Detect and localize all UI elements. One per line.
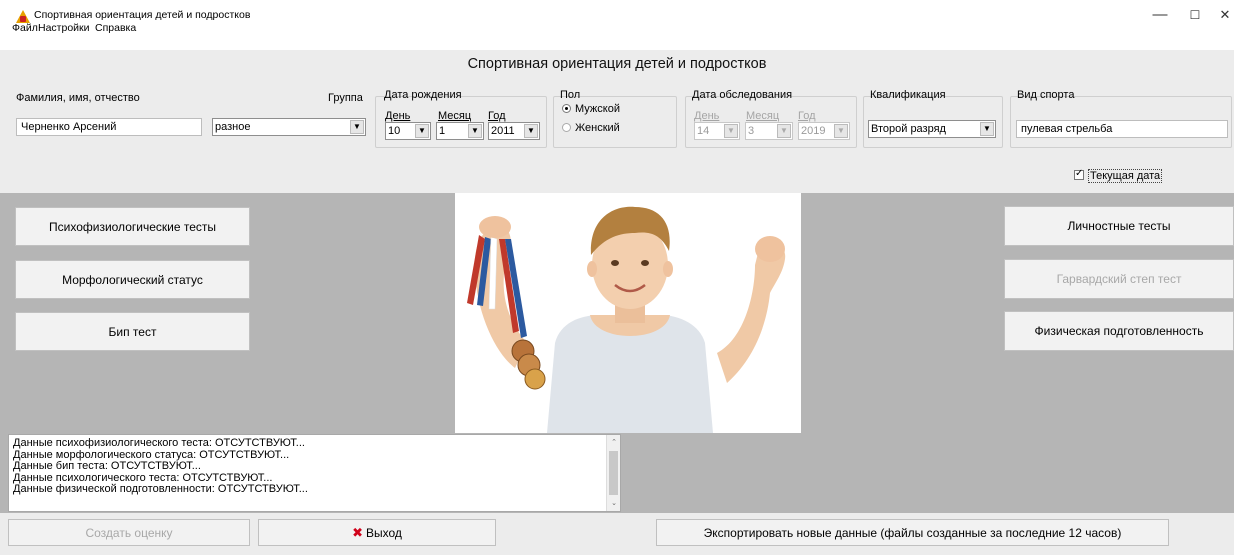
- right-tests-panel: Личностные тесты Гарвардский степ тест Ф…: [1000, 193, 1234, 433]
- left-tests-panel: Психофизиологические тесты Морфологическ…: [0, 193, 258, 433]
- birth-date-title: Дата рождения: [384, 89, 462, 101]
- minimize-button[interactable]: —: [1140, 4, 1180, 26]
- chevron-down-icon: ▼: [350, 120, 364, 134]
- menu-settings[interactable]: Настройки: [38, 22, 90, 34]
- exit-button[interactable]: ✖ Выход: [258, 519, 496, 546]
- bottom-toolbar: Создать оценку ✖ Выход Экспортировать но…: [0, 513, 1234, 551]
- birth-day-value: 10: [388, 125, 401, 137]
- sex-female-label: Женский: [575, 122, 620, 134]
- chevron-down-icon: ▼: [777, 124, 791, 138]
- chevron-down-icon: ▼: [468, 124, 482, 138]
- log-line: Данные бип теста: ОТСУТСТВУЮТ...: [13, 460, 201, 472]
- sex-title: Пол: [560, 89, 581, 101]
- athlete-photo: [455, 193, 801, 433]
- exam-year-value: 2019: [801, 125, 826, 137]
- birth-month-value: 1: [439, 125, 446, 137]
- exam-day-value: 14: [697, 125, 710, 137]
- chevron-down-icon: ▼: [415, 124, 429, 138]
- morphology-status-button[interactable]: Морфологический статус: [15, 260, 250, 299]
- current-date-label: Текущая дата: [1088, 169, 1163, 183]
- scroll-thumb[interactable]: [609, 451, 618, 495]
- create-assessment-button[interactable]: Создать оценку: [8, 519, 250, 546]
- status-log[interactable]: Данные психофизиологического теста: ОТСУ…: [8, 434, 621, 512]
- exam-year-select[interactable]: 2019 ▼: [798, 122, 850, 140]
- scroll-up-icon[interactable]: ⌃: [609, 437, 619, 449]
- boy-with-medals-image: [467, 206, 786, 433]
- birth-month-label: Месяц: [438, 110, 472, 122]
- name-label: Фамилия, имя, отчество: [16, 92, 140, 104]
- beep-test-button[interactable]: Бип тест: [15, 312, 250, 351]
- qualification-value: Второй разряд: [871, 123, 946, 135]
- export-data-button[interactable]: Экспортировать новые данные (файлы созда…: [656, 519, 1169, 546]
- sex-female-radio[interactable]: Женский: [562, 122, 620, 134]
- sport-field[interactable]: пулевая стрельба: [1016, 120, 1228, 138]
- status-bar: [0, 551, 1234, 555]
- sex-male-radio[interactable]: Мужской: [562, 103, 620, 115]
- checkbox-check-icon: [1074, 168, 1084, 180]
- personality-tests-button[interactable]: Личностные тесты: [1004, 206, 1234, 246]
- scroll-down-icon[interactable]: ⌄: [609, 498, 619, 510]
- title-bar: Спортивная ориентация детей и подростков…: [0, 0, 1234, 30]
- page-title: Спортивная ориентация детей и подростков: [467, 56, 767, 72]
- birth-day-label: День: [385, 110, 411, 122]
- close-button[interactable]: ✕: [1205, 4, 1234, 26]
- group-select[interactable]: разное ▼: [212, 118, 366, 136]
- exam-month-value: 3: [748, 125, 755, 137]
- menu-help[interactable]: Справка: [95, 22, 136, 34]
- exam-month-label: Месяц: [746, 110, 780, 122]
- group-label: Группа: [328, 92, 363, 104]
- exam-date-title: Дата обследования: [692, 89, 793, 101]
- exit-label: Выход: [366, 525, 402, 540]
- sex-male-label: Мужской: [575, 103, 620, 115]
- group-value: разное: [215, 121, 251, 133]
- log-scrollbar[interactable]: ⌃ ⌄: [606, 435, 620, 511]
- current-date-checkbox[interactable]: Текущая дата: [1074, 168, 1163, 183]
- exam-day-select[interactable]: 14 ▼: [694, 122, 740, 140]
- qualification-select[interactable]: Второй разряд ▼: [868, 120, 996, 138]
- close-x-icon: ✖: [352, 524, 363, 540]
- menu-file[interactable]: Файл: [12, 22, 38, 34]
- options-strip: [0, 160, 1234, 193]
- birth-year-select[interactable]: 2011 ▼: [488, 122, 540, 140]
- menu-bar: Файл Настройки Справка: [0, 22, 1234, 50]
- harvard-step-test-button[interactable]: Гарвардский степ тест: [1004, 259, 1234, 299]
- birth-year-value: 2011: [491, 125, 515, 137]
- qualification-title: Квалификация: [870, 89, 946, 101]
- birth-day-select[interactable]: 10 ▼: [385, 122, 431, 140]
- log-line: Данные психофизиологического теста: ОТСУ…: [13, 437, 305, 449]
- chevron-down-icon: ▼: [834, 124, 848, 138]
- sport-title: Вид спорта: [1017, 89, 1075, 101]
- exam-year-label: Год: [798, 110, 816, 122]
- chevron-down-icon: ▼: [724, 124, 738, 138]
- chevron-down-icon: ▼: [980, 122, 994, 136]
- exam-day-label: День: [694, 110, 720, 122]
- physical-fitness-button[interactable]: Физическая подготовленность: [1004, 311, 1234, 351]
- log-line: Данные физической подготовленности: ОТСУ…: [13, 483, 308, 495]
- birth-year-label: Год: [488, 110, 506, 122]
- exam-month-select[interactable]: 3 ▼: [745, 122, 793, 140]
- chevron-down-icon: ▼: [524, 124, 538, 138]
- psychophysiology-tests-button[interactable]: Психофизиологические тесты: [15, 207, 250, 246]
- birth-month-select[interactable]: 1 ▼: [436, 122, 484, 140]
- window-title: Спортивная ориентация детей и подростков: [34, 9, 251, 21]
- name-field[interactable]: Черненко Арсений: [16, 118, 202, 136]
